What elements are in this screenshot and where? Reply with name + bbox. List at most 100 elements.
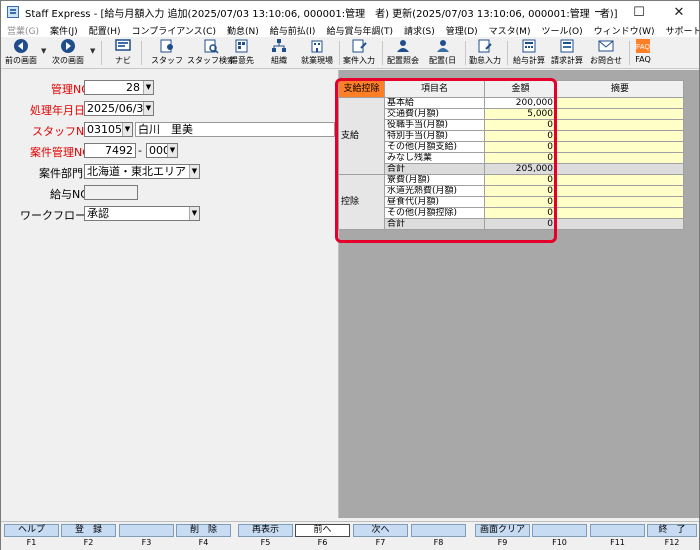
amount-input[interactable]: 0 [484,185,557,197]
amount-input[interactable]: 0 [484,141,557,153]
fkey-f8[interactable]: F8 [411,524,466,550]
note-cell[interactable] [556,174,684,186]
faq-button[interactable]: FAQ FAQ [634,38,652,68]
job-entry-button[interactable]: 案件入力 [343,38,375,68]
payroll-button[interactable]: 給与計算 [513,38,545,68]
assign-inquiry-button[interactable]: 配置照会 [387,38,419,68]
staff-no-select[interactable]: 031057 ▼ [84,122,133,137]
next-record-button[interactable]: 次へ [353,524,408,537]
register-button[interactable]: 登 録 [61,524,116,537]
note-cell[interactable] [556,185,684,197]
back-dropdown-icon[interactable]: ▼ [41,47,46,55]
fkey-f2[interactable]: 登 録 F2 [61,524,116,550]
svg-text:FAQ: FAQ [636,44,651,51]
delete-button[interactable]: 削 除 [176,524,231,537]
grid-header-note[interactable]: 摘要 [556,80,684,98]
org-icon [270,38,288,54]
proc-date-picker[interactable]: 2025/06/30 ▼ [84,101,154,116]
staff-button[interactable]: スタッフ [151,38,183,68]
note-cell[interactable] [556,130,684,142]
prev-button[interactable]: 前へ [295,524,350,537]
menu-case[interactable]: 案件(J) [50,24,78,37]
amount-input[interactable]: 0 [484,174,557,186]
menu-attendance[interactable]: 勤怠(N) [227,24,259,37]
menu-admin[interactable]: 管理(D) [446,24,478,37]
note-cell[interactable] [556,97,684,109]
next-button[interactable]: 次の画面 [52,38,84,68]
minimize-button[interactable]: ─ [579,1,619,23]
attendance-button[interactable]: 勤怠入力 [469,38,501,68]
f3-button[interactable] [119,524,174,537]
case-dept-select[interactable]: 北海道・東北エリア ▼ [84,164,200,179]
fkey-f3[interactable]: F3 [119,524,174,550]
next-dropdown-icon[interactable]: ▼ [90,47,95,55]
grid-header-category[interactable]: 支給控除 [338,80,385,98]
case-mgmt-field[interactable]: 7492 [84,143,136,158]
mgmt-no-select[interactable]: 28 ▼ [84,80,154,95]
fkey-f10[interactable]: F10 [532,524,587,550]
category-cell: 支給 [338,97,385,175]
f11-button[interactable] [590,524,645,537]
note-cell[interactable] [556,196,684,208]
menu-master[interactable]: マスタ(M) [489,24,531,37]
staff-search-button[interactable]: スタッフ検索 [187,38,235,68]
f10-button[interactable] [532,524,587,537]
client-button[interactable]: 得意先 [230,38,254,68]
fkey-f7[interactable]: 次へ F7 [353,524,408,550]
amount-input[interactable]: 0 [484,119,557,131]
chevron-down-icon: ▼ [167,144,177,157]
amount-input[interactable]: 0 [484,196,557,208]
assign-day-button[interactable]: 配置(日 [429,38,456,68]
back-button[interactable]: 前の画面 [5,38,37,68]
close-button[interactable]: ✕ [659,1,699,23]
item-name: みなし残業 [384,152,485,164]
note-cell[interactable] [556,152,684,164]
contact-button[interactable]: お問合せ [590,38,622,68]
proc-date-label: 処理年月日 [30,104,85,117]
fkey-f4[interactable]: 削 除 F4 [176,524,231,550]
case-mgmt-sub-select[interactable]: 000 ▼ [146,143,178,158]
item-name: 特別手当(月額) [384,130,485,142]
amount-input[interactable]: 0 [484,130,557,142]
table-row: みなし残業 0 [339,152,684,164]
workflow-select[interactable]: 承認 ▼ [84,206,200,221]
menu-billing[interactable]: 請求(S) [404,24,435,37]
fkey-f5[interactable]: 再表示 F5 [238,524,293,550]
workflow-label: ワークフロー [20,209,86,222]
fkey-f11[interactable]: F11 [590,524,645,550]
f8-button[interactable] [411,524,466,537]
navi-button[interactable]: ナビ [114,38,132,68]
menu-payroll[interactable]: 給与賞与年調(T) [326,24,393,37]
menu-window[interactable]: ウィンドウ(W) [594,24,655,37]
maximize-button[interactable]: ☐ [619,1,659,23]
help-button[interactable]: ヘルプ [4,524,59,537]
menu-support[interactable]: サポート(H) [666,24,700,37]
note-cell[interactable] [556,108,684,120]
clear-screen-button[interactable]: 画面クリア [475,524,530,537]
app-window: Staff Express - [給与月額入力 追加(2025/07/03 13… [0,0,700,550]
fkey-f6[interactable]: 前へ F6 [295,524,350,550]
note-cell[interactable] [556,207,684,219]
site-button[interactable]: 就業現場 [301,38,333,68]
menu-prepay[interactable]: 給与前払(I) [270,24,316,37]
fkey-f12[interactable]: 終 了 F12 [647,524,697,550]
menu-tools[interactable]: ツール(O) [541,24,582,37]
toolbar-separator [507,41,508,65]
fkey-f1[interactable]: ヘルプ F1 [4,524,59,550]
pay-grid: 支給控除 項目名 金額 摘要 支給 基本給 200,000 交通費(月額) 5,… [338,80,684,230]
amount-input[interactable]: 0 [484,207,557,219]
refresh-button[interactable]: 再表示 [238,524,293,537]
note-cell[interactable] [556,141,684,153]
grid-header-amount[interactable]: 金額 [484,80,557,98]
amount-input[interactable]: 0 [484,152,557,164]
billing-button[interactable]: 請求計算 [551,38,583,68]
org-button[interactable]: 組織 [270,38,288,68]
menu-sales[interactable]: 営業(G) [7,24,39,37]
exit-button[interactable]: 終 了 [647,524,697,537]
amount-input[interactable]: 5,000 [484,108,557,120]
grid-header-item[interactable]: 項目名 [384,80,485,98]
menu-assign[interactable]: 配置(H) [89,24,121,37]
note-cell[interactable] [556,119,684,131]
fkey-f9[interactable]: 画面クリア F9 [475,524,530,550]
menu-compliance[interactable]: コンプライアンス(C) [131,24,216,37]
